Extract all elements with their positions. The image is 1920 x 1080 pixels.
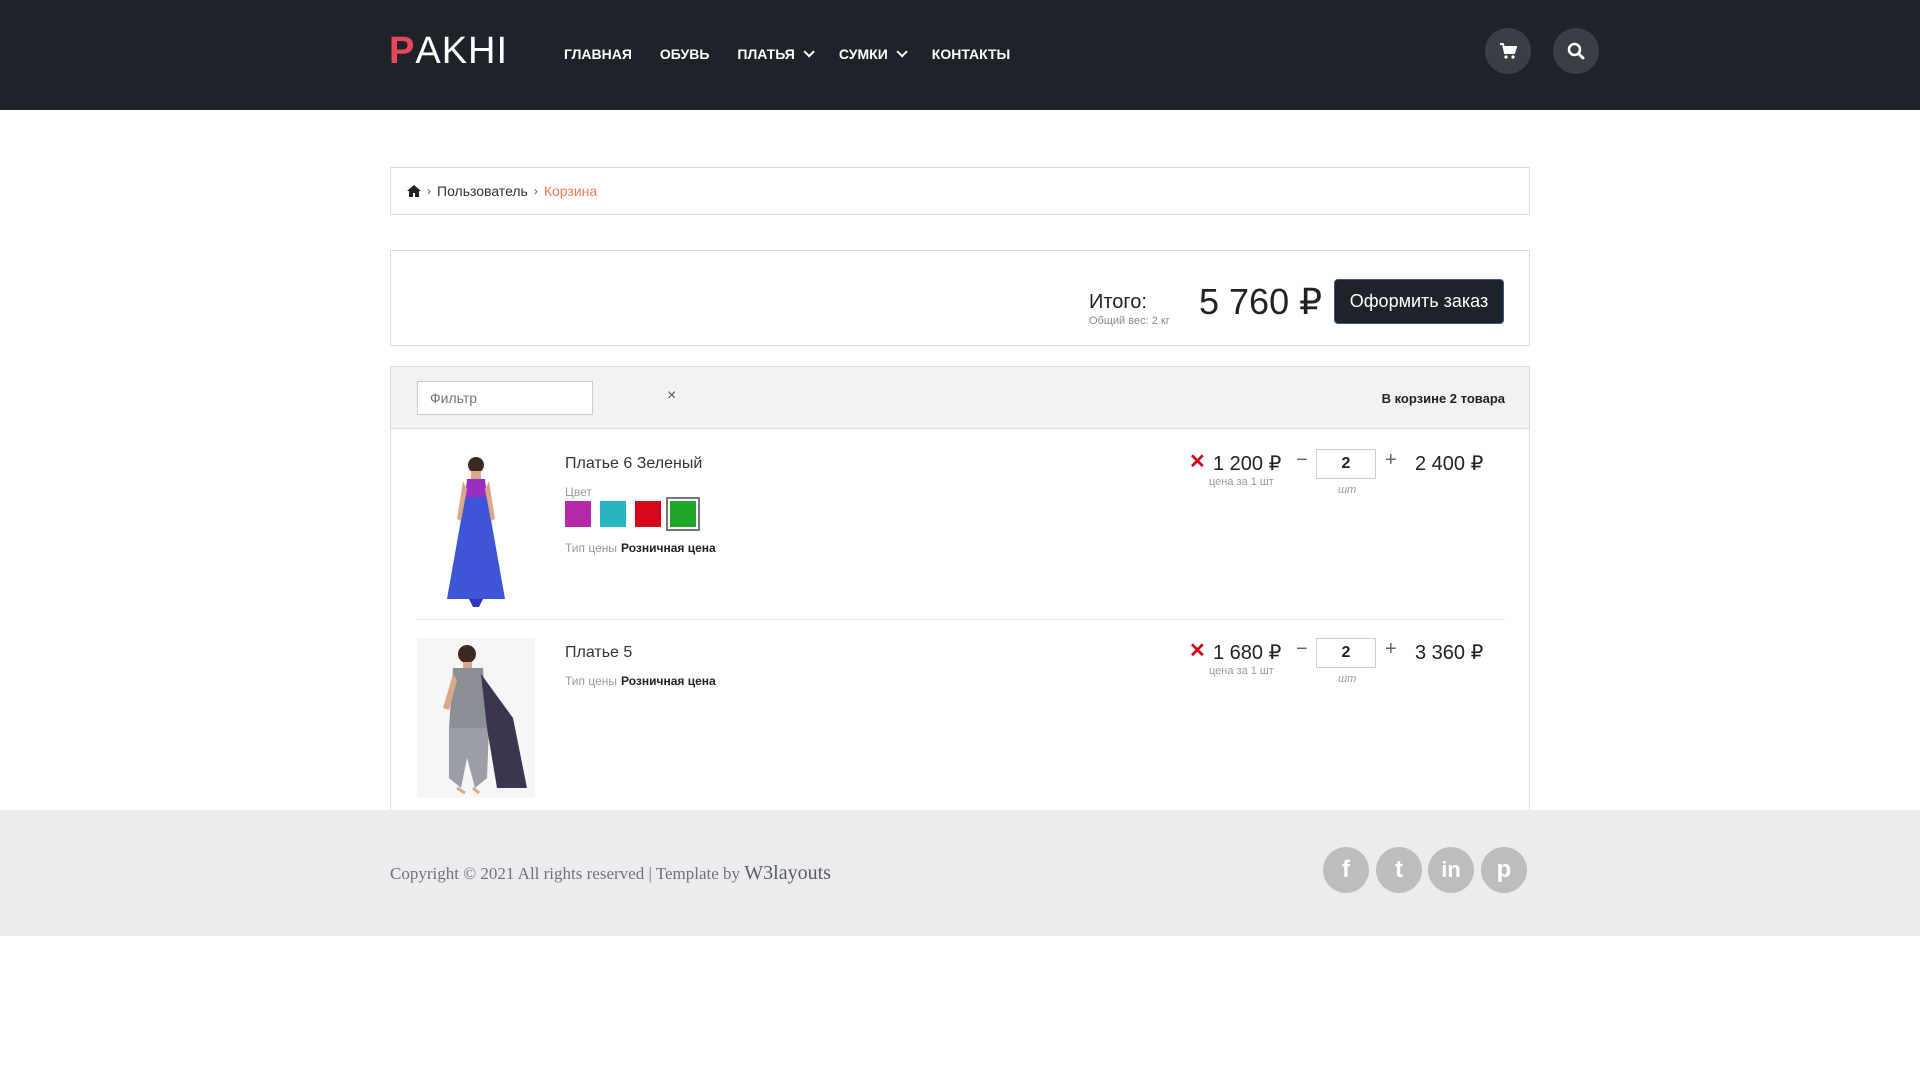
line-total: 2 400 ₽ — [1415, 453, 1484, 475]
color-label-text: Цвет — [565, 485, 592, 499]
logo[interactable]: PAKHI — [389, 30, 508, 73]
nav-label: ОБУВЬ — [659, 46, 710, 62]
logo-initial: P — [389, 30, 416, 72]
nav-item-bags[interactable]: СУМКИ — [838, 46, 908, 62]
decrease-qty-button[interactable]: − — [1296, 638, 1308, 661]
dress-blue-image — [447, 457, 505, 607]
dress-grey-image — [417, 638, 535, 798]
qty-unit: шт — [1338, 484, 1357, 496]
breadcrumb-separator-icon: › — [427, 184, 431, 198]
chevron-down-icon — [803, 46, 815, 58]
color-label: Цвет — [565, 483, 592, 501]
price-type-value: Розничная цена — [621, 541, 716, 555]
home-icon[interactable] — [407, 185, 421, 197]
remove-item-icon[interactable]: ✕ — [1189, 449, 1206, 474]
qty-input[interactable]: 2 — [1316, 449, 1376, 479]
color-swatches — [565, 499, 698, 529]
total-sum: 5 760 ₽ — [1199, 281, 1322, 322]
copyright: Copyright © 2021 All rights reserved | T… — [390, 862, 831, 885]
site-footer: Copyright © 2021 All rights reserved | T… — [0, 810, 1920, 936]
order-summary: Итого: Общий вес: 2 кг 5 760 ₽ Оформить … — [390, 250, 1530, 346]
increase-qty-button[interactable]: + — [1385, 638, 1397, 661]
nav-label: СУМКИ — [838, 46, 888, 62]
qty-input[interactable]: 2 — [1316, 638, 1376, 668]
price-type-label: Тип цены — [565, 541, 618, 555]
search-icon — [1567, 42, 1585, 60]
breadcrumb-separator-icon: › — [533, 184, 538, 198]
nav-item-shoes[interactable]: ОБУВЬ — [660, 46, 710, 62]
breadcrumb-current: Корзина — [543, 183, 598, 199]
swatch-red[interactable] — [635, 501, 661, 527]
nav-label: ПЛАТЬЯ — [737, 46, 795, 62]
pinterest-icon[interactable]: p — [1481, 847, 1527, 893]
breadcrumb: › Пользователь › Корзина — [390, 167, 1530, 215]
twitter-icon[interactable]: t — [1376, 847, 1422, 893]
chevron-down-icon — [896, 46, 908, 58]
linkedin-icon[interactable]: in — [1428, 847, 1474, 893]
qty-unit: шт — [1338, 673, 1357, 685]
swatch-teal[interactable] — [600, 501, 626, 527]
search-button[interactable] — [1553, 28, 1599, 74]
product-title[interactable]: Платье 5 — [565, 644, 632, 662]
unit-price-label: цена за 1 шт — [1209, 665, 1274, 677]
site-header: PAKHI ГЛАВНАЯ ОБУВЬ ПЛАТЬЯ СУМКИ КОНТАКТ… — [0, 0, 1920, 110]
total-weight: Общий вес: 2 кг — [1089, 315, 1170, 327]
unit-price: 1 680 ₽ — [1213, 642, 1282, 664]
filter-clear-button[interactable]: × — [667, 387, 676, 405]
line-total: 3 360 ₽ — [1415, 642, 1484, 664]
remove-item-icon[interactable]: ✕ — [1189, 638, 1206, 663]
product-image[interactable] — [417, 638, 535, 798]
cart-item: Платье 5 Тип цены Розничная цена ✕ 1 680 … — [391, 620, 1529, 810]
product-image[interactable] — [417, 449, 535, 609]
nav-item-dresses[interactable]: ПЛАТЬЯ — [737, 46, 815, 62]
nav-item-contacts[interactable]: КОНТАКТЫ — [932, 46, 1010, 62]
price-type: Тип цены Розничная цена — [565, 672, 716, 690]
main-nav: ГЛАВНАЯ ОБУВЬ ПЛАТЬЯ СУМКИ КОНТАКТЫ — [564, 46, 1038, 62]
unit-price-label: цена за 1 шт — [1209, 476, 1274, 488]
cart-panel: × В корзине 2 товара Платье 6 Зеленый Цв… — [390, 366, 1530, 810]
copyright-text: Copyright © 2021 All rights reserved | T… — [390, 864, 741, 883]
nav-label: ГЛАВНАЯ — [564, 46, 632, 62]
swatch-purple[interactable] — [565, 501, 591, 527]
product-title[interactable]: Платье 6 Зеленый — [565, 455, 702, 473]
filter-input[interactable] — [417, 381, 593, 415]
footer-brand-link[interactable]: W3layouts — [744, 862, 831, 884]
nav-item-home[interactable]: ГЛАВНАЯ — [564, 46, 632, 62]
cart-icon — [1500, 43, 1517, 59]
cart-item: Платье 6 Зеленый Цвет Тип цены Розничная … — [391, 429, 1529, 619]
logo-text: AKHI — [415, 30, 509, 72]
nav-label: КОНТАКТЫ — [931, 46, 1011, 62]
cart-button[interactable] — [1485, 28, 1531, 74]
facebook-icon[interactable]: f — [1323, 847, 1369, 893]
checkout-button[interactable]: Оформить заказ — [1334, 279, 1504, 324]
price-type-value: Розничная цена — [621, 674, 716, 688]
cart-count: В корзине 2 товара — [1381, 391, 1505, 406]
price-type-label: Тип цены — [565, 674, 618, 688]
unit-price: 1 200 ₽ — [1213, 453, 1282, 475]
breadcrumb-user-link[interactable]: Пользователь — [437, 183, 528, 199]
cart-toolbar: × В корзине 2 товара — [391, 367, 1529, 429]
swatch-green-selected[interactable] — [668, 499, 698, 529]
total-label: Итого: — [1089, 291, 1147, 313]
price-type: Тип цены Розничная цена — [565, 539, 716, 557]
increase-qty-button[interactable]: + — [1385, 449, 1397, 472]
decrease-qty-button[interactable]: − — [1296, 449, 1308, 472]
